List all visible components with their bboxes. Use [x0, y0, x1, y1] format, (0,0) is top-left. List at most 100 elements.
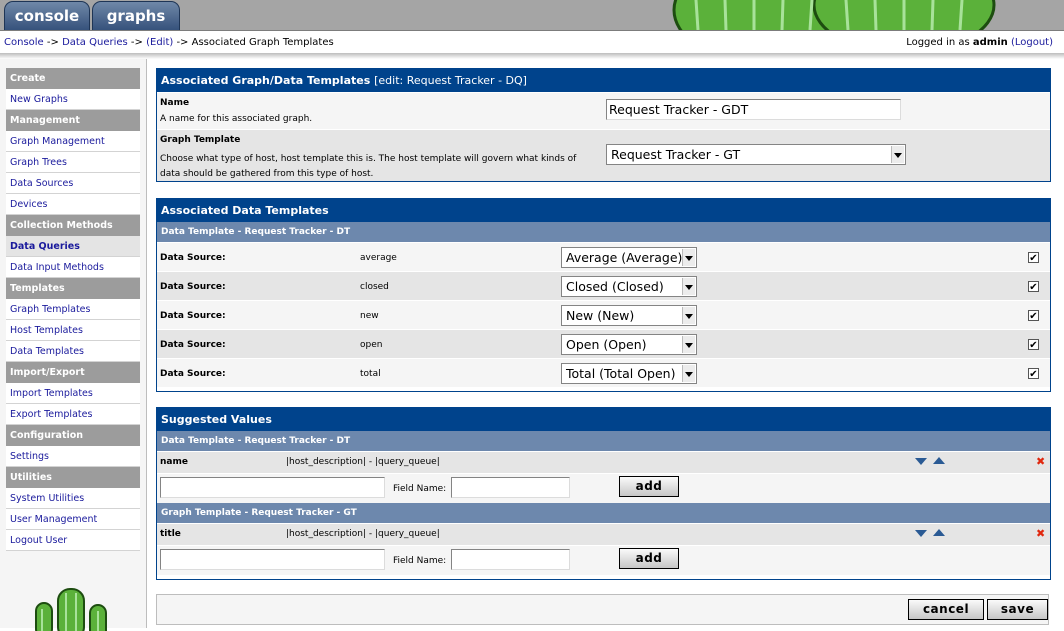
sidebar-item-data-sources[interactable]: Data Sources: [6, 173, 140, 194]
data-source-select[interactable]: Closed (Closed): [561, 276, 697, 297]
name-label: Name: [160, 98, 190, 108]
sidebar-item-graph-trees[interactable]: Graph Trees: [6, 152, 140, 173]
breadcrumb-data-queries-link[interactable]: Data Queries: [62, 37, 128, 48]
header-shadow: [0, 53, 1064, 59]
suggested-gt-subheader: Graph Template - Request Tracker - GT: [157, 503, 1050, 523]
name-description: A name for this associated graph.: [160, 114, 313, 124]
data-source-name: average: [360, 253, 397, 263]
suggested-dt-field-name-input[interactable]: [451, 477, 570, 498]
sidebar-heading-utilities: Utilities: [6, 467, 140, 488]
data-source-label: Data Source:: [160, 369, 226, 379]
assoc-templates-header: Associated Graph/Data Templates [edit: R…: [157, 69, 1050, 92]
suggested-gt-value-row: title |host_description| - |query_queue|…: [157, 523, 1050, 545]
add-button[interactable]: add: [619, 548, 679, 569]
breadcrumb: Console -> Data Queries -> (Edit) -> Ass…: [4, 37, 334, 48]
data-source-select[interactable]: New (New): [561, 305, 697, 326]
chevron-down-icon: [682, 249, 695, 266]
sidebar-item-host-templates[interactable]: Host Templates: [6, 320, 140, 341]
sidebar-item-graph-templates[interactable]: Graph Templates: [6, 299, 140, 320]
sidebar-item-logout-user[interactable]: Logout User: [6, 530, 140, 551]
top-nav-bar: console graphs: [0, 0, 1064, 30]
breadcrumb-separator: ->: [173, 37, 192, 48]
delete-icon[interactable]: ✖: [1036, 527, 1045, 540]
sidebar-item-data-templates[interactable]: Data Templates: [6, 341, 140, 362]
data-source-label: Data Source:: [160, 340, 226, 350]
name-row: Name A name for this associated graph. R…: [157, 92, 1050, 129]
logout-link[interactable]: (Logout): [1011, 37, 1053, 48]
assoc-templates-panel: Associated Graph/Data Templates [edit: R…: [156, 68, 1051, 182]
data-source-checkbox[interactable]: ✔: [1028, 310, 1039, 322]
sidebar: Create New Graphs Management Graph Manag…: [0, 59, 147, 631]
field-name-label: Field Name:: [393, 556, 447, 566]
data-source-select[interactable]: Open (Open): [561, 334, 697, 355]
data-source-checkbox[interactable]: ✔: [1028, 281, 1039, 293]
move-down-icon[interactable]: [915, 458, 927, 465]
data-source-select[interactable]: Average (Average): [561, 247, 697, 268]
sidebar-item-settings[interactable]: Settings: [6, 446, 140, 467]
data-source-checkbox[interactable]: ✔: [1028, 252, 1039, 264]
chevron-down-icon: [682, 278, 695, 295]
data-source-checkbox[interactable]: ✔: [1028, 339, 1039, 351]
graph-template-description: Choose what type of host, host template …: [160, 154, 577, 179]
sidebar-item-graph-management[interactable]: Graph Management: [6, 131, 140, 152]
sidebar-item-export-templates[interactable]: Export Templates: [6, 404, 140, 425]
sidebar-item-data-input-methods[interactable]: Data Input Methods: [6, 257, 140, 278]
data-source-row: Data Source: total Total (Total Open) ✔: [157, 358, 1050, 387]
data-source-label: Data Source:: [160, 311, 226, 321]
data-source-name: closed: [360, 282, 389, 292]
breadcrumb-bar: Console -> Data Queries -> (Edit) -> Ass…: [0, 31, 1064, 53]
data-source-name: new: [360, 311, 379, 321]
breadcrumb-edit-link[interactable]: (Edit): [146, 37, 173, 48]
cancel-button[interactable]: cancel: [908, 599, 984, 620]
login-status: Logged in as admin (Logout): [906, 37, 1053, 48]
graph-template-row: Graph Template Choose what type of host,…: [157, 129, 1050, 181]
sidebar-heading-templates: Templates: [6, 278, 140, 299]
move-up-icon[interactable]: [933, 457, 945, 464]
sidebar-item-user-management[interactable]: User Management: [6, 509, 140, 530]
move-up-icon[interactable]: [933, 529, 945, 536]
chevron-down-icon: [682, 365, 695, 382]
data-source-label: Data Source:: [160, 253, 226, 263]
cacti-logo-banner: [672, 0, 996, 30]
tab-graphs[interactable]: graphs: [92, 1, 180, 30]
suggested-dt-value-input[interactable]: [160, 477, 385, 498]
data-source-name: total: [360, 369, 381, 379]
data-template-subheader: Data Template - Request Tracker - DT: [157, 222, 1050, 242]
sidebar-item-devices[interactable]: Devices: [6, 194, 140, 215]
data-source-row: Data Source: closed Closed (Closed) ✔: [157, 271, 1050, 300]
name-input[interactable]: Request Tracker - GDT: [606, 99, 901, 120]
assoc-data-templates-header: Associated Data Templates: [157, 199, 1050, 222]
data-source-row: Data Source: new New (New) ✔: [157, 300, 1050, 329]
breadcrumb-separator: ->: [127, 37, 147, 48]
graph-template-select-value: Request Tracker - GT: [611, 147, 741, 162]
breadcrumb-separator: ->: [43, 37, 63, 48]
chevron-down-icon: [682, 336, 695, 353]
chevron-down-icon: [891, 146, 904, 163]
add-button[interactable]: add: [619, 476, 679, 497]
sidebar-heading-import-export: Import/Export: [6, 362, 140, 383]
breadcrumb-console-link[interactable]: Console: [4, 37, 44, 48]
data-source-checkbox[interactable]: ✔: [1028, 368, 1039, 380]
move-down-icon[interactable]: [915, 530, 927, 537]
tab-console[interactable]: console: [4, 1, 90, 30]
suggested-dt-value: |host_description| - |query_queue|: [286, 457, 440, 467]
sidebar-item-data-queries[interactable]: Data Queries: [6, 236, 140, 257]
suggested-gt-value-input[interactable]: [160, 549, 385, 570]
sidebar-item-system-utilities[interactable]: System Utilities: [6, 488, 140, 509]
sidebar-item-new-graphs[interactable]: New Graphs: [6, 89, 140, 110]
data-source-select[interactable]: Total (Total Open): [561, 363, 697, 384]
sidebar-heading-collection-methods: Collection Methods: [6, 215, 140, 236]
data-source-select-value: Total (Total Open): [566, 366, 676, 381]
graph-template-select[interactable]: Request Tracker - GT: [606, 144, 906, 165]
delete-icon[interactable]: ✖: [1036, 455, 1045, 468]
cacti-logo-small: [35, 588, 107, 631]
sidebar-heading-management: Management: [6, 110, 140, 131]
save-button[interactable]: save: [987, 599, 1048, 620]
assoc-templates-title: Associated Graph/Data Templates: [161, 74, 371, 87]
sidebar-item-import-templates[interactable]: Import Templates: [6, 383, 140, 404]
data-source-rows: Data Source: average Average (Average) ✔ Dat…: [157, 242, 1050, 387]
action-bar: cancel save: [156, 594, 1049, 625]
suggested-gt-field-name-input[interactable]: [451, 549, 570, 570]
data-source-row: Data Source: open Open (Open) ✔: [157, 329, 1050, 358]
sidebar-heading-configuration: Configuration: [6, 425, 140, 446]
